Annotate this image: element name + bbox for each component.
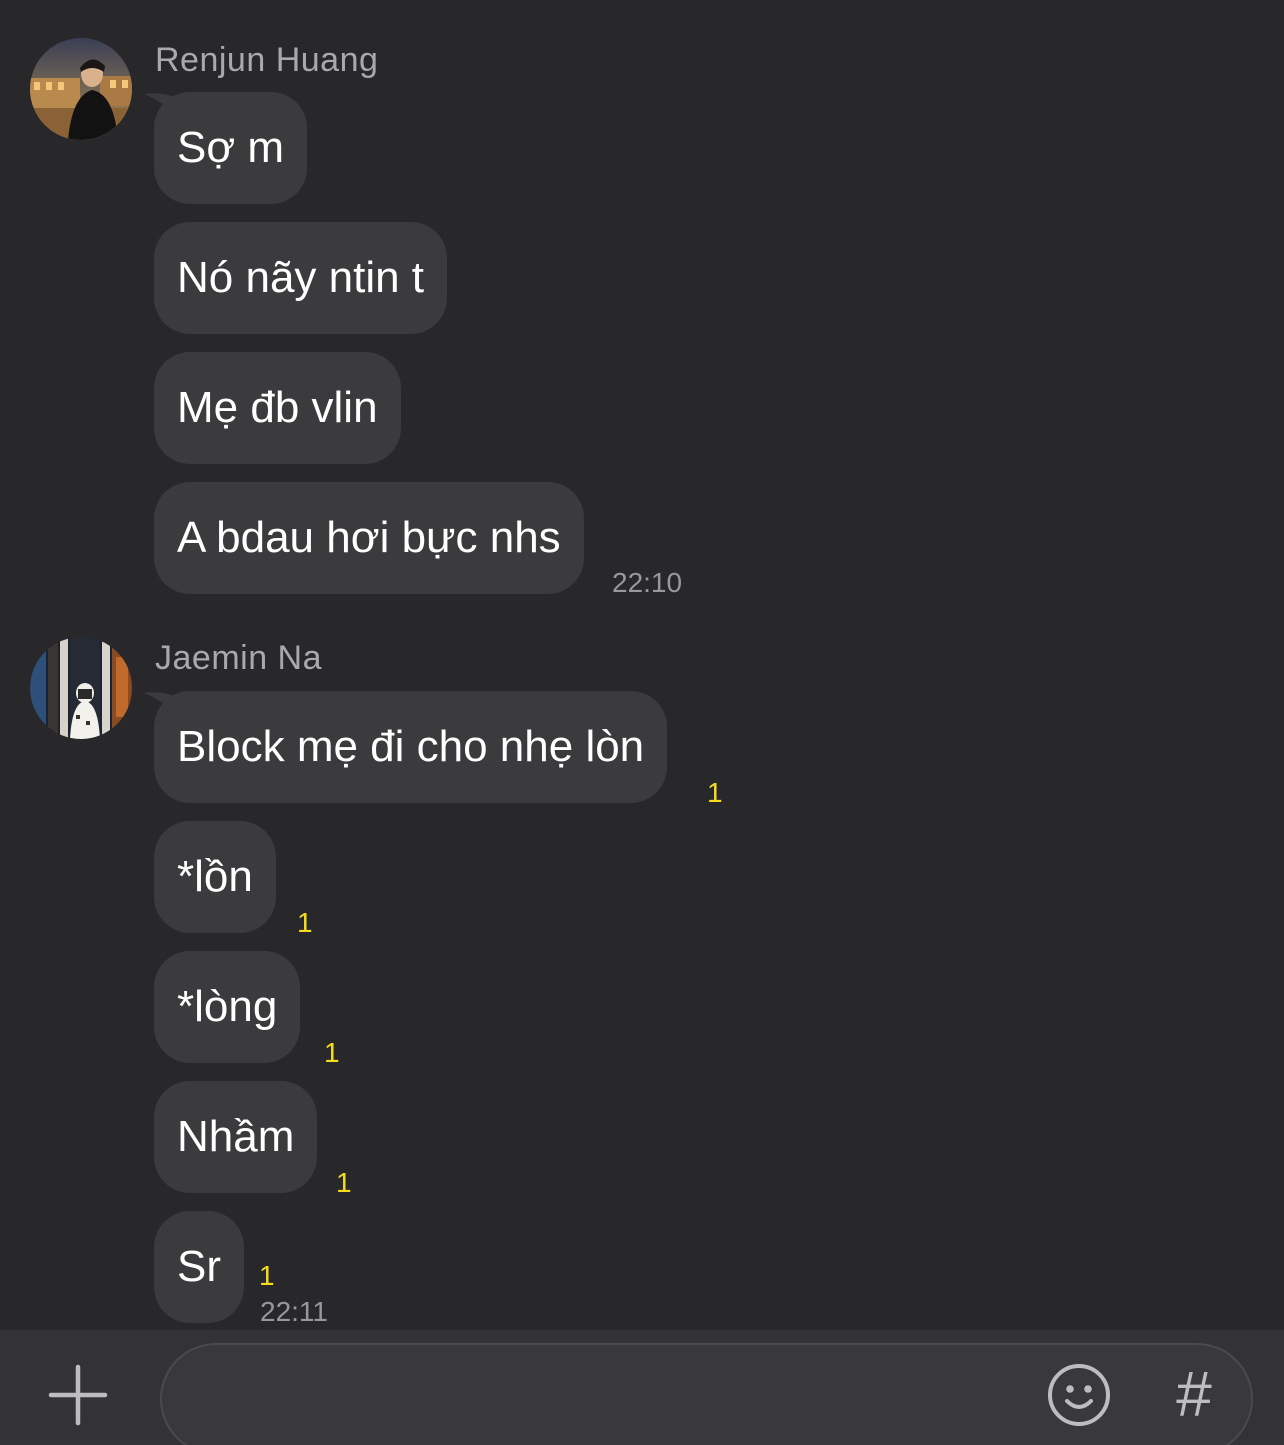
message-input[interactable] — [192, 1365, 1036, 1427]
emoji-smiley-icon — [1048, 1364, 1110, 1426]
message-bubble[interactable]: *lồn — [154, 821, 276, 933]
message-bubble[interactable]: Nhầm — [154, 1081, 318, 1193]
message-bubble[interactable]: Mẹ đb vlin — [154, 352, 401, 464]
unread-count: 1 — [336, 1167, 352, 1198]
message-timestamp: 22:10 — [612, 567, 683, 598]
sender-name: Jaemin Na — [155, 639, 323, 677]
unread-count: 1 — [707, 777, 723, 808]
sender-name: Renjun Huang — [155, 41, 379, 79]
message-bubble[interactable]: Sr — [154, 1211, 244, 1323]
plus-icon — [48, 1364, 108, 1426]
emoji-button[interactable] — [1046, 1362, 1112, 1428]
avatar-jaemin[interactable] — [30, 637, 132, 739]
message-bubble[interactable]: *lòng — [154, 951, 301, 1063]
attach-button[interactable] — [40, 1362, 116, 1428]
message-bubble[interactable]: Block mẹ đi cho nhẹ lòn — [154, 691, 668, 803]
message-bubble[interactable]: A bdau hơi bực nhs — [154, 482, 584, 594]
hashtag-search-button[interactable]: # — [1166, 1362, 1220, 1426]
unread-count: 1 — [324, 1037, 340, 1068]
avatar-renjun[interactable] — [30, 38, 132, 140]
unread-count: 1 — [259, 1260, 275, 1291]
unread-count: 1 — [297, 907, 313, 938]
message-timestamp: 22:11 — [260, 1296, 328, 1327]
message-bubble[interactable]: Nó nãy ntin t — [154, 222, 448, 334]
message-bubble[interactable]: Sợ m — [154, 92, 308, 204]
chat-screen: Renjun Huang Sợ m Nó nãy ntin t Mẹ đb vl… — [0, 0, 1284, 1445]
